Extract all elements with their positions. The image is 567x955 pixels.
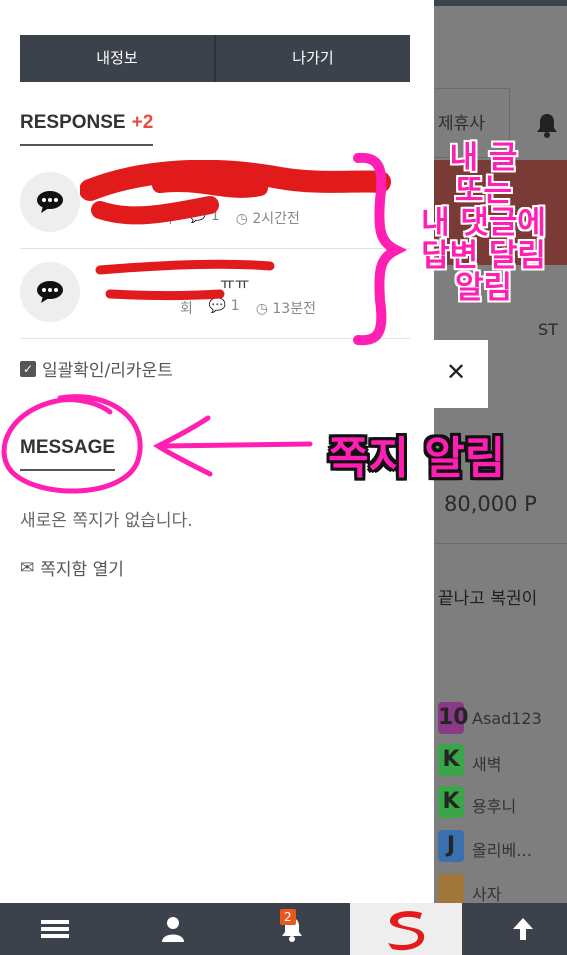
logo-icon[interactable] — [350, 903, 462, 955]
annotation-arrow — [153, 415, 313, 477]
no-message-text: 새로온 쪽지가 없습니다. — [20, 511, 193, 531]
close-icon[interactable]: ✕ — [446, 358, 466, 386]
checkbox-icon: ✓ — [20, 360, 36, 377]
annotation-line: 알림 — [454, 270, 513, 307]
comment-avatar — [20, 172, 80, 232]
user-name: 새벽 — [472, 755, 502, 774]
annotation-message-note: 쪽지 알림 — [328, 433, 506, 484]
menu-icon[interactable] — [30, 903, 80, 955]
level-badge-icon: J — [438, 830, 464, 862]
lotto-text: 끝나고 복권이 — [438, 589, 538, 609]
comment-icon — [37, 281, 63, 303]
my-info-button[interactable]: 내정보 — [20, 35, 214, 82]
arrow-up-icon[interactable] — [498, 903, 548, 955]
background-top-bar — [434, 0, 567, 6]
open-inbox-link[interactable]: ✉ 쪽지함 열기 — [20, 555, 124, 581]
user-list-item[interactable]: K 용후니 — [434, 784, 567, 824]
response-heading-label: RESPONSE — [20, 112, 126, 133]
dropdown-remnant: ✕ — [434, 340, 488, 408]
level-badge-icon: K — [438, 786, 464, 818]
comment-avatar — [20, 262, 80, 322]
st-text: ST — [538, 320, 558, 339]
comment-icon — [37, 191, 63, 213]
user-name: Asad123 — [472, 709, 542, 728]
user-list-item[interactable]: J 올리베… — [434, 828, 567, 868]
user-name: 용후니 — [472, 797, 517, 816]
annotation-line: 또는 — [454, 172, 513, 209]
logout-button[interactable]: 나가기 — [216, 35, 410, 82]
envelope-icon: ✉ — [20, 557, 35, 578]
user-list-item[interactable]: K 새벽 — [434, 742, 567, 782]
user-list-item[interactable]: 10 Asad123 — [434, 700, 567, 740]
highlight-circle — [1, 394, 143, 494]
drawer-tab-bar: 내정보 나가기 — [20, 35, 410, 82]
level-badge-icon — [438, 874, 464, 903]
response-heading: RESPONSE +2 — [20, 112, 154, 146]
bottom-nav: 2 — [0, 903, 567, 955]
annotation-line: 내 글 — [449, 140, 518, 176]
annotation-reply-note: 내 글 또는 내 댓글에 답변 달림 알림 — [400, 142, 567, 305]
mark-all-read-button[interactable]: ✓ 일괄확인/리카운트 — [20, 356, 173, 381]
points-value: 80,000 P — [444, 492, 537, 516]
notification-badge: 2 — [280, 909, 296, 925]
open-inbox-label: 쪽지함 열기 — [40, 560, 124, 580]
notifications-button[interactable]: 2 — [262, 903, 322, 955]
annotation-line: 답변 달림 — [421, 237, 546, 274]
user-list-item[interactable]: 사자 — [434, 872, 567, 903]
level-badge-icon: 10 — [438, 702, 469, 734]
level-badge-icon: K — [438, 744, 464, 776]
user-name: 사자 — [472, 885, 502, 903]
mark-all-read-label: 일괄확인/리카운트 — [42, 361, 173, 381]
user-icon[interactable] — [148, 903, 198, 955]
response-count: +2 — [131, 112, 154, 133]
annotation-line: 내 댓글에 — [421, 205, 546, 242]
bell-icon[interactable] — [532, 110, 562, 140]
divider — [434, 543, 567, 544]
user-name: 올리베… — [472, 841, 533, 860]
